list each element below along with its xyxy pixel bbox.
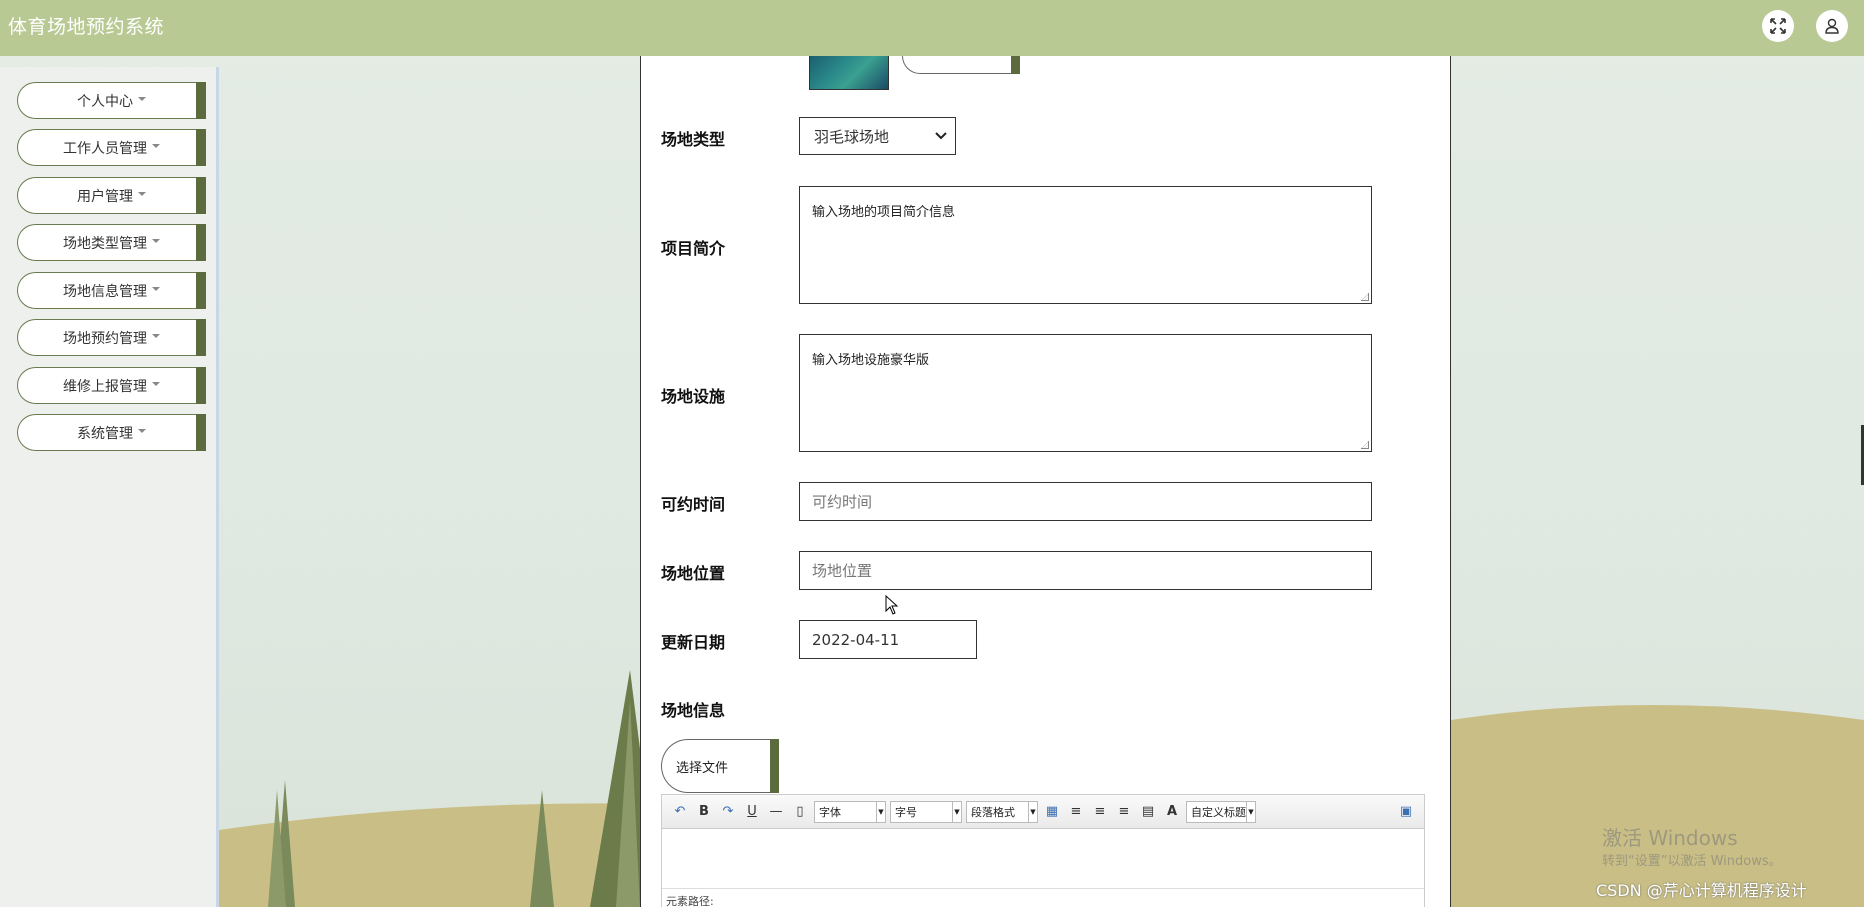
font-color-icon[interactable]: A: [1160, 801, 1184, 823]
update-date-input[interactable]: [800, 621, 976, 658]
horizontal-rule-icon[interactable]: —: [764, 801, 788, 823]
type-label: 场地类型: [661, 130, 726, 149]
custom-title-select[interactable]: 自定义标题 ▼: [1186, 800, 1256, 823]
sidebar-item-label: 场地信息管理: [63, 283, 147, 300]
dropdown-arrow-icon: ▼: [1246, 801, 1255, 822]
element-path: 元素路径:: [666, 895, 714, 907]
align-right-icon[interactable]: ≡: [1088, 801, 1112, 823]
editor-content-area[interactable]: [662, 829, 1424, 889]
paragraph-select[interactable]: 段落格式 ▼: [966, 800, 1038, 823]
resize-handle-icon[interactable]: [1361, 441, 1369, 449]
sidebar-item-staff[interactable]: 工作人员管理: [17, 129, 206, 166]
mouse-cursor-icon: [885, 595, 899, 615]
sidebar-item-label: 系统管理: [77, 425, 133, 442]
venue-type-select[interactable]: 羽毛球场地: [799, 117, 956, 155]
sidebar-item-system[interactable]: 系统管理: [17, 414, 206, 451]
caret-down-icon: [138, 96, 146, 101]
justify-icon[interactable]: ▤: [1136, 801, 1160, 823]
paragraph-label: 段落格式: [971, 805, 1015, 819]
align-left-icon[interactable]: ≡: [1064, 801, 1088, 823]
bold-icon[interactable]: B: [692, 801, 716, 823]
sidebar-item-users[interactable]: 用户管理: [17, 177, 206, 214]
preview-icon[interactable]: ▣: [1394, 801, 1418, 823]
font-size-select[interactable]: 字号 ▼: [890, 800, 962, 823]
sidebar-item-venue-info[interactable]: 场地信息管理: [17, 272, 206, 309]
sidebar-item-label: 场地预约管理: [63, 330, 147, 347]
app-title: 体育场地预约系统: [8, 16, 165, 38]
update-date-field[interactable]: [799, 620, 977, 659]
font-family-select[interactable]: 字体 ▼: [814, 800, 886, 823]
custom-title-label: 自定义标题: [1191, 805, 1246, 819]
user-button[interactable]: [1816, 10, 1848, 42]
sidebar-item-label: 工作人员管理: [63, 140, 147, 157]
dropdown-arrow-icon: ▼: [876, 801, 885, 822]
fullscreen-button[interactable]: [1762, 10, 1794, 42]
available-time-field[interactable]: [799, 482, 1372, 521]
activate-windows-hint: 转到“设置”以激活 Windows。: [1602, 854, 1782, 869]
facility-label: 场地设施: [661, 387, 726, 406]
dropdown-arrow-icon: ▼: [1028, 801, 1037, 822]
venue-type-value: 羽毛球场地: [814, 127, 890, 146]
form-panel: 场地类型 羽毛球场地 项目简介 输入场地的项目简介信息 场地设施 输入场地设施豪…: [640, 50, 1451, 907]
sidebar-item-repairs[interactable]: 维修上报管理: [17, 367, 206, 404]
location-label: 场地位置: [661, 564, 726, 583]
sidebar-item-label: 个人中心: [77, 93, 133, 110]
time-label: 可约时间: [661, 495, 726, 514]
undo-icon[interactable]: ↶: [668, 801, 692, 823]
sidebar-item-label: 维修上报管理: [63, 378, 147, 395]
location-input[interactable]: [800, 552, 1371, 589]
table-icon[interactable]: ▦: [1040, 801, 1064, 823]
top-header: 体育场地预约系统: [0, 0, 1864, 56]
font-family-label: 字体: [819, 805, 841, 819]
resize-handle-icon[interactable]: [1361, 293, 1369, 301]
chevron-down-icon: [935, 132, 947, 140]
intro-text[interactable]: 输入场地的项目简介信息: [800, 187, 1371, 303]
caret-down-icon: [152, 286, 160, 291]
sidebar: 个人中心 工作人员管理 用户管理 场地类型管理 场地信息管理 场地预约管理 维修…: [0, 67, 219, 907]
font-size-label: 字号: [895, 805, 917, 819]
sidebar-item-venue-types[interactable]: 场地类型管理: [17, 224, 206, 261]
sidebar-item-label: 用户管理: [77, 188, 133, 205]
caret-down-icon: [138, 191, 146, 196]
choose-file-button[interactable]: 选择文件: [661, 739, 779, 793]
csdn-watermark: CSDN @芹心计算机程序设计: [1596, 881, 1807, 900]
page-icon[interactable]: ▯: [788, 801, 812, 823]
sidebar-item-label: 场地类型管理: [63, 235, 147, 252]
facility-text[interactable]: 输入场地设施豪华版: [800, 335, 1371, 451]
user-icon: [1825, 18, 1839, 34]
venue-image-thumbnail: [809, 50, 889, 90]
dropdown-arrow-icon: ▼: [952, 801, 961, 822]
choose-file-label: 选择文件: [676, 760, 729, 776]
caret-down-icon: [152, 333, 160, 338]
redo-icon[interactable]: ↷: [716, 801, 740, 823]
sidebar-item-reservations[interactable]: 场地预约管理: [17, 319, 206, 356]
activate-windows-title: 激活 Windows: [1602, 826, 1738, 850]
fullscreen-icon: [1770, 18, 1786, 34]
intro-label: 项目简介: [661, 239, 726, 258]
caret-down-icon: [152, 238, 160, 243]
date-label: 更新日期: [661, 633, 726, 652]
caret-down-icon: [152, 143, 160, 148]
caret-down-icon: [138, 428, 146, 433]
available-time-input[interactable]: [800, 483, 1371, 520]
info-label: 场地信息: [661, 701, 726, 720]
editor-toolbar: ↶ B ↷ U — ▯ 字体 ▼ 字号 ▼ 段落格式 ▼ ▦ ≡ ≡ ≡ ▤ A 自定…: [662, 795, 1424, 829]
caret-down-icon: [152, 381, 160, 386]
underline-icon[interactable]: U: [740, 801, 764, 823]
rich-text-editor[interactable]: ↶ B ↷ U — ▯ 字体 ▼ 字号 ▼ 段落格式 ▼ ▦ ≡ ≡ ≡ ▤ A 自定…: [661, 794, 1425, 907]
location-field[interactable]: [799, 551, 1372, 590]
intro-textarea[interactable]: 输入场地的项目简介信息: [799, 186, 1372, 304]
align-center-icon[interactable]: ≡: [1112, 801, 1136, 823]
facility-textarea[interactable]: 输入场地设施豪华版: [799, 334, 1372, 452]
sidebar-item-personal-center[interactable]: 个人中心: [17, 82, 206, 119]
